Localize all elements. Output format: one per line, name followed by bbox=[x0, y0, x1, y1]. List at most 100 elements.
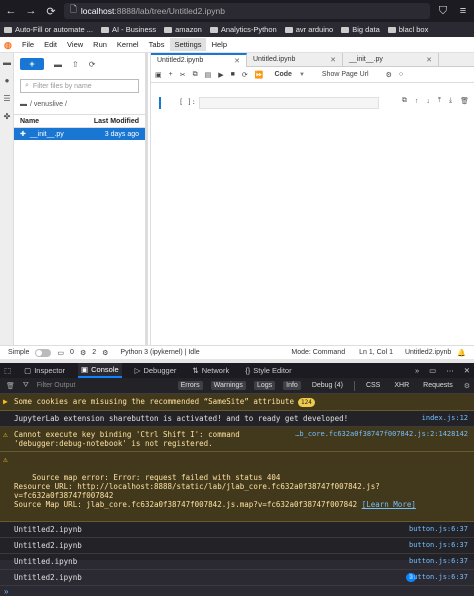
overflow-icon[interactable]: » bbox=[415, 366, 419, 375]
filter-errors[interactable]: Errors bbox=[177, 381, 203, 390]
menu-help[interactable]: Help bbox=[208, 38, 231, 51]
new-folder-icon[interactable]: ▬ bbox=[54, 60, 62, 69]
message-source[interactable]: …b_core.fc632a0f38747f007842.js:2:142814… bbox=[295, 430, 468, 439]
filter-debug[interactable]: Debug (4) bbox=[309, 381, 346, 390]
console-message[interactable]: Untitled2.ipynb button.js:6:37 bbox=[0, 522, 474, 538]
menu-edit[interactable]: Edit bbox=[40, 38, 61, 51]
cut-icon[interactable]: ✂ bbox=[180, 71, 186, 79]
simple-mode-toggle[interactable] bbox=[35, 348, 52, 357]
gear-icon[interactable]: ⚙ bbox=[102, 349, 108, 357]
forward-icon[interactable]: → bbox=[24, 5, 38, 17]
delete-icon[interactable]: 🗑 bbox=[460, 97, 469, 105]
running-icon[interactable]: ● bbox=[0, 71, 14, 89]
filter-css[interactable]: CSS bbox=[363, 381, 383, 390]
chevron-down-icon[interactable]: ▼ bbox=[299, 72, 305, 78]
console-message[interactable]: JupyterLab extension sharebutton is acti… bbox=[0, 411, 474, 427]
save-icon[interactable]: ▣ bbox=[155, 71, 162, 79]
column-last-modified[interactable]: Last Modified bbox=[94, 118, 139, 125]
add-cell-icon[interactable]: + bbox=[169, 71, 173, 78]
dock-icon[interactable]: ▭ bbox=[429, 366, 436, 375]
terminal-icon[interactable]: ▭ bbox=[57, 349, 64, 357]
toc-icon[interactable]: ☰ bbox=[0, 89, 14, 107]
message-source[interactable]: button.js:6:37 bbox=[409, 573, 468, 582]
code-cell[interactable]: [ ]: ⧉ ↑ ↓ ⤒ ⤓ 🗑 bbox=[159, 97, 469, 109]
bookmark-0[interactable]: Auto-Fill or automate ... bbox=[4, 25, 93, 34]
settings-icon[interactable]: ⚙ bbox=[386, 71, 392, 79]
filter-xhr[interactable]: XHR bbox=[391, 381, 412, 390]
filter-requests[interactable]: Requests bbox=[420, 381, 456, 390]
close-icon[interactable]: ✕ bbox=[234, 57, 240, 65]
bookmark-6[interactable]: blacl box bbox=[387, 25, 428, 34]
menu-settings[interactable]: Settings bbox=[170, 38, 206, 51]
kernel-status[interactable]: Python 3 (ipykernel) | Idle bbox=[120, 349, 199, 356]
tab-debugger[interactable]: ▷ Debugger bbox=[132, 363, 180, 378]
cursor-position[interactable]: Ln 1, Col 1 bbox=[359, 349, 393, 356]
console-message[interactable]: ▶ Some cookies are misusing the recommen… bbox=[0, 394, 474, 411]
filter-warnings[interactable]: Warnings bbox=[210, 381, 246, 390]
stop-icon[interactable]: ■ bbox=[231, 71, 235, 78]
filter-output-input[interactable]: Filter Output bbox=[37, 382, 170, 389]
copy-icon[interactable]: ⧉ bbox=[193, 71, 198, 79]
message-source[interactable]: button.js:6:37 bbox=[409, 525, 468, 534]
folder-icon[interactable]: ▬ bbox=[20, 101, 27, 108]
menu-kernel[interactable]: Kernel bbox=[113, 38, 143, 51]
message-source[interactable]: button.js:6:37 bbox=[409, 541, 468, 550]
menu-icon[interactable]: ≡ bbox=[456, 5, 470, 17]
settings-icon[interactable]: ⚙ bbox=[464, 382, 470, 390]
tab-inspector[interactable]: ▢ Inspector bbox=[21, 363, 68, 378]
refresh-icon[interactable]: ⟳ bbox=[89, 60, 96, 69]
file-row[interactable]: ✚ __init__.py 3 days ago bbox=[14, 128, 145, 140]
move-up-icon[interactable]: ↑ bbox=[415, 98, 419, 105]
fast-forward-icon[interactable]: ⏩ bbox=[255, 71, 264, 79]
filter-info[interactable]: Info bbox=[283, 381, 301, 390]
filter-files-input[interactable]: ⌕ Filter files by name bbox=[20, 79, 139, 93]
insert-above-icon[interactable]: ⤒ bbox=[438, 97, 441, 105]
cell-input[interactable] bbox=[199, 97, 379, 109]
insert-below-icon[interactable]: ⤓ bbox=[449, 97, 452, 105]
cell-type-select[interactable]: Code bbox=[274, 71, 292, 78]
message-source[interactable]: index.js:12 bbox=[422, 414, 468, 423]
upload-icon[interactable]: ⇧ bbox=[72, 60, 79, 69]
tab-network[interactable]: ⇅ Network bbox=[189, 363, 232, 378]
learn-more-link[interactable]: [Learn More] bbox=[362, 500, 416, 509]
menu-run[interactable]: Run bbox=[89, 38, 111, 51]
console-message[interactable]: Untitled.ipynb button.js:6:37 bbox=[0, 554, 474, 570]
column-name[interactable]: Name bbox=[20, 118, 39, 125]
tab-untitled[interactable]: Untitled.ipynb ✕ bbox=[247, 52, 343, 67]
close-icon[interactable]: ✕ bbox=[426, 56, 432, 64]
shield-icon[interactable]: ⛉ bbox=[436, 5, 450, 18]
filter-logs[interactable]: Logs bbox=[253, 381, 276, 390]
extension-icon[interactable]: ✤ bbox=[0, 107, 14, 125]
bookmark-5[interactable]: Big data bbox=[341, 25, 380, 34]
show-page-url-button[interactable]: Show Page Url bbox=[322, 71, 369, 78]
run-icon[interactable]: ▶ bbox=[218, 71, 223, 79]
duplicate-icon[interactable]: ⧉ bbox=[402, 97, 407, 105]
kernel-icon[interactable]: ⚙ bbox=[80, 349, 86, 357]
trash-icon[interactable]: 🗑 bbox=[6, 382, 15, 390]
console-message[interactable]: Untitled2.ipynb button.js:6:37 bbox=[0, 538, 474, 554]
message-source[interactable]: button.js:6:37 bbox=[409, 557, 468, 566]
back-icon[interactable]: ← bbox=[4, 5, 18, 17]
breadcrumb-path[interactable]: / venuslive / bbox=[30, 101, 67, 108]
close-icon[interactable]: ✕ bbox=[330, 56, 336, 64]
menu-view[interactable]: View bbox=[63, 38, 87, 51]
console-message[interactable]: ⚠ Source map error: Error: request faile… bbox=[0, 452, 474, 522]
bookmark-1[interactable]: AI - Business bbox=[100, 25, 156, 34]
folder-icon[interactable]: ▬ bbox=[0, 53, 14, 71]
reload-icon[interactable]: ⟳ bbox=[44, 5, 58, 18]
bookmark-3[interactable]: Analytics-Python bbox=[209, 25, 277, 34]
bell-icon[interactable]: 🔔 bbox=[457, 349, 466, 357]
new-launcher-button[interactable]: + bbox=[20, 58, 44, 70]
tab-init-py[interactable]: __init__.py ✕ bbox=[343, 52, 439, 67]
close-icon[interactable]: ✕ bbox=[464, 366, 470, 375]
tab-style-editor[interactable]: {} Style Editor bbox=[242, 363, 294, 378]
tab-console[interactable]: ▣ Console bbox=[78, 363, 122, 378]
console-message[interactable]: ⚠ Cannot execute key binding 'Ctrl Shift… bbox=[0, 427, 474, 452]
url-bar[interactable]: 🗋 localhost:8888/lab/tree/Untitled2.ipyn… bbox=[64, 3, 430, 19]
menu-file[interactable]: File bbox=[18, 38, 38, 51]
tab-untitled2[interactable]: Untitled2.ipynb ✕ bbox=[151, 52, 247, 67]
paste-icon[interactable]: ▤ bbox=[205, 71, 212, 79]
move-down-icon[interactable]: ↓ bbox=[426, 98, 430, 105]
more-icon[interactable]: ⋯ bbox=[446, 366, 454, 375]
console-input[interactable]: » bbox=[0, 586, 474, 596]
